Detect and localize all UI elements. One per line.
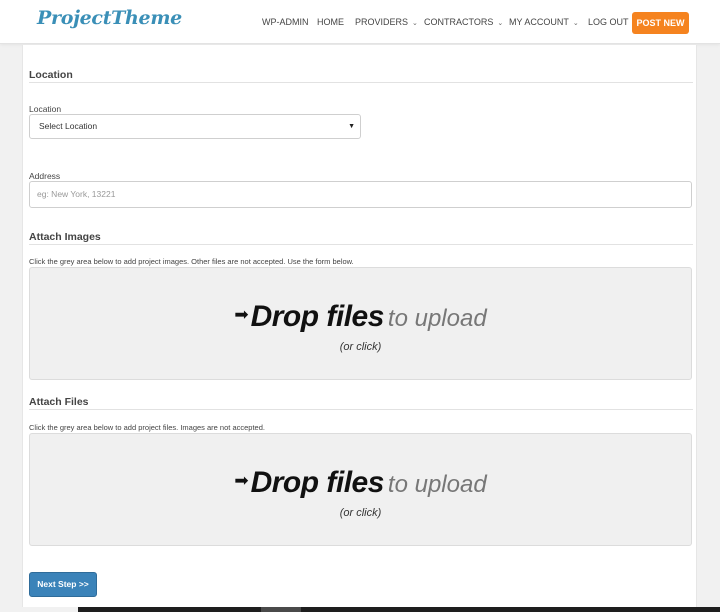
nav-label: WP-ADMIN xyxy=(262,17,309,27)
nav-label: LOG OUT xyxy=(588,17,629,27)
dropzone-light-text: to upload xyxy=(387,305,487,332)
location-label: Location xyxy=(29,104,62,114)
form-panel: Location Location Select Location ▼ Addr… xyxy=(22,45,697,607)
arrow-right-icon: ➡ xyxy=(234,471,249,490)
nav-item-log-out[interactable]: LOG OUT xyxy=(588,17,629,27)
dropzone-light-text: to upload xyxy=(387,471,487,498)
site-header: ProjectTheme WP-ADMIN HOME PROVIDERS ⌄ CO… xyxy=(0,0,720,44)
nav-label: HOME xyxy=(317,17,344,27)
section-title-location: Location xyxy=(29,69,73,81)
image-dropzone[interactable]: ➡Drop files to upload (or click) xyxy=(29,267,692,380)
section-title-attach-images: Attach Images xyxy=(29,231,101,243)
attach-files-help: Click the grey area below to add project… xyxy=(29,423,265,432)
nav-label: PROVIDERS xyxy=(355,17,409,27)
chevron-down-icon: ⌄ xyxy=(497,20,504,27)
attach-images-help: Click the grey area below to add project… xyxy=(29,257,354,266)
file-dropzone[interactable]: ➡Drop files to upload (or click) xyxy=(29,433,692,546)
nav-item-home[interactable]: HOME xyxy=(317,17,344,27)
location-select[interactable]: Select Location ▼ xyxy=(29,114,361,139)
dropzone-subtext: (or click) xyxy=(339,507,382,519)
caret-down-icon: ▼ xyxy=(348,123,355,130)
location-select-value: Select Location xyxy=(39,121,98,131)
nav-item-providers[interactable]: PROVIDERS ⌄ xyxy=(355,17,418,27)
chevron-down-icon: ⌄ xyxy=(412,20,418,27)
post-new-button[interactable]: POST NEW xyxy=(632,12,689,34)
nav-item-wp-admin[interactable]: WP-ADMIN xyxy=(262,17,309,27)
nav-label: MY ACCOUNT xyxy=(509,17,569,27)
dropzone-strong-text: Drop files xyxy=(250,300,385,333)
section-title-attach-files: Attach Files xyxy=(29,396,89,408)
nav-item-contractors[interactable]: CONTRACTORS ⌄ xyxy=(424,17,503,27)
address-input[interactable]: eg: New York, 13221 xyxy=(29,181,692,208)
bottom-bar xyxy=(78,607,720,612)
address-label: Address xyxy=(29,171,61,181)
arrow-right-icon: ➡ xyxy=(234,305,249,324)
site-logo[interactable]: ProjectTheme xyxy=(37,7,182,29)
dropzone-message: ➡Drop files to upload xyxy=(30,300,691,334)
dropzone-strong-text: Drop files xyxy=(250,466,385,499)
address-placeholder: eg: New York, 13221 xyxy=(37,189,116,199)
chevron-down-icon: ⌄ xyxy=(572,20,579,27)
bottom-bar-segment xyxy=(261,607,301,612)
dropzone-subtext: (or click) xyxy=(339,341,382,353)
section-divider xyxy=(29,82,693,83)
dropzone-message: ➡Drop files to upload xyxy=(30,466,691,500)
nav-label: CONTRACTORS xyxy=(424,17,494,27)
section-divider xyxy=(29,244,693,245)
nav-item-my-account[interactable]: MY ACCOUNT ⌄ xyxy=(509,17,579,27)
next-step-button[interactable]: Next Step >> xyxy=(29,572,97,597)
section-divider xyxy=(29,409,693,410)
